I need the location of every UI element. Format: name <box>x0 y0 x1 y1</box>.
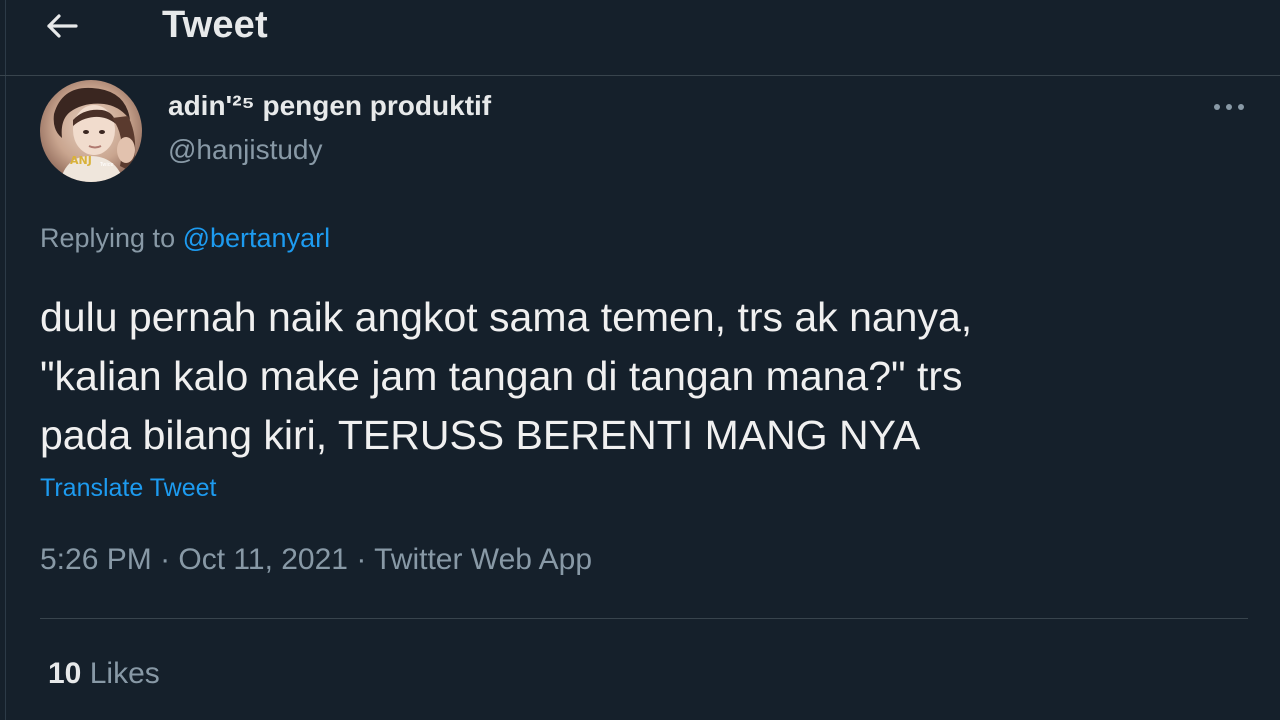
tweet-source[interactable]: Twitter Web App <box>374 543 592 576</box>
replying-to-label: Replying to <box>40 223 176 253</box>
arrow-left-icon <box>47 14 78 38</box>
profile-photo: ANJ Twice <box>40 80 142 182</box>
tweet-time[interactable]: 5:26 PM <box>40 543 152 576</box>
replying-to: Replying to @bertanyarl <box>40 220 330 256</box>
divider <box>40 618 1248 619</box>
replying-to-mention[interactable]: @bertanyarl <box>183 223 330 253</box>
page-header: Tweet <box>0 0 1280 76</box>
meta-separator: · <box>160 543 171 576</box>
page-title: Tweet <box>162 4 268 46</box>
svg-text:ANJ: ANJ <box>70 154 92 167</box>
tweet-text: dulu pernah naik angkot sama temen, trs … <box>40 294 973 458</box>
avatar[interactable]: ANJ Twice <box>40 80 142 182</box>
more-options-button[interactable] <box>1208 92 1252 122</box>
likes-stat[interactable]: 10 Likes <box>48 654 160 694</box>
more-horizontal-icon <box>1214 104 1244 110</box>
tweet-page: Tweet ANJ Twice adin'²⁵ pengen produktif… <box>0 0 1280 720</box>
author-display-name[interactable]: adin'²⁵ pengen produktif <box>168 88 491 124</box>
meta-separator: · <box>356 543 367 576</box>
translate-tweet-link[interactable]: Translate Tweet <box>40 472 216 504</box>
column-border <box>5 0 6 720</box>
author-handle[interactable]: @hanjistudy <box>168 132 323 168</box>
back-button[interactable] <box>40 4 84 48</box>
svg-text:Twice: Twice <box>99 162 114 168</box>
likes-label: Likes <box>89 657 160 690</box>
tweet-metadata: 5:26 PM · Oct 11, 2021 · Twitter Web App <box>40 540 592 580</box>
likes-count: 10 <box>48 657 82 690</box>
tweet-date[interactable]: Oct 11, 2021 <box>178 543 348 576</box>
